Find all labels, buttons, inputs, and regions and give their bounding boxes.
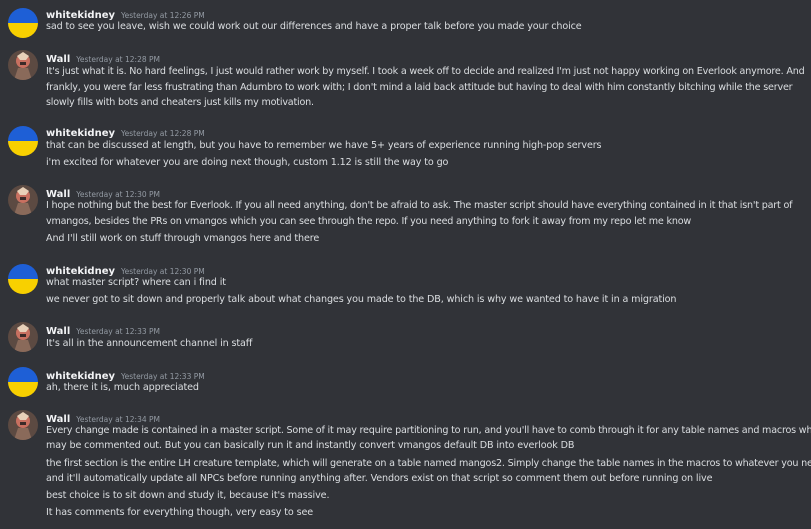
- message-text: best choice is to sit down and study it,…: [46, 490, 330, 501]
- message-text: may be commented out. But you can basica…: [46, 440, 575, 451]
- fantasy-character-avatar-icon[interactable]: [8, 50, 38, 80]
- message-header: whitekidney Yesterday at 12:26 PM: [46, 6, 205, 21]
- message-header: whitekidney Yesterday at 12:30 PM: [46, 262, 205, 277]
- message-header: Wall Yesterday at 12:33 PM: [46, 322, 160, 337]
- ukraine-flag-avatar-icon[interactable]: [8, 126, 38, 156]
- message-header: whitekidney Yesterday at 12:33 PM: [46, 367, 205, 382]
- message-header: Wall Yesterday at 12:30 PM: [46, 185, 160, 200]
- ukraine-flag-avatar-icon[interactable]: [8, 8, 38, 38]
- message-header: Wall Yesterday at 12:34 PM: [46, 410, 160, 425]
- message-text: It's just what it is. No hard feelings, …: [46, 66, 805, 77]
- message-text: frankly, you were far less frustrating t…: [46, 82, 793, 93]
- message-text: vmangos, besides the PRs on vmangos whic…: [46, 216, 692, 227]
- message-text: slowly fills with bots and cheaters just…: [46, 97, 314, 108]
- message-text: It's all in the announcement channel in …: [46, 338, 253, 349]
- ukraine-flag-avatar-icon[interactable]: [8, 264, 38, 294]
- message-text: i'm excited for whatever you are doing n…: [46, 157, 449, 168]
- ukraine-flag-avatar-icon[interactable]: [8, 367, 38, 397]
- message-text: It has comments for everything though, v…: [46, 507, 314, 518]
- message-text: I hope nothing but the best for Everlook…: [46, 200, 793, 211]
- chat-message-list: whitekidney Yesterday at 12:26 PM sad to …: [0, 0, 811, 529]
- message-timestamp: Yesterday at 12:28 PM: [76, 55, 160, 64]
- message-timestamp: Yesterday at 12:33 PM: [76, 327, 160, 336]
- message-timestamp: Yesterday at 12:28 PM: [121, 129, 205, 138]
- message-text: ah, there it is, much appreciated: [46, 382, 199, 393]
- message-text: we never got to sit down and properly ta…: [46, 294, 677, 305]
- message-text: the first section is the entire LH creat…: [46, 458, 811, 469]
- message-text: sad to see you leave, wish we could work…: [46, 21, 582, 32]
- message-text: And I'll still work on stuff through vma…: [46, 233, 320, 244]
- message-header: Wall Yesterday at 12:28 PM: [46, 50, 160, 65]
- message-text: what master script? where can i find it: [46, 277, 226, 288]
- message-text: that can be discussed at length, but you…: [46, 140, 602, 151]
- fantasy-character-avatar-icon[interactable]: [8, 322, 38, 352]
- message-header: whitekidney Yesterday at 12:28 PM: [46, 124, 205, 139]
- fantasy-character-avatar-icon[interactable]: [8, 185, 38, 215]
- message-text: and it'll automatically update all NPCs …: [46, 473, 713, 484]
- message-text: Every change made is contained in a mast…: [46, 425, 811, 436]
- fantasy-character-avatar-icon[interactable]: [8, 410, 38, 440]
